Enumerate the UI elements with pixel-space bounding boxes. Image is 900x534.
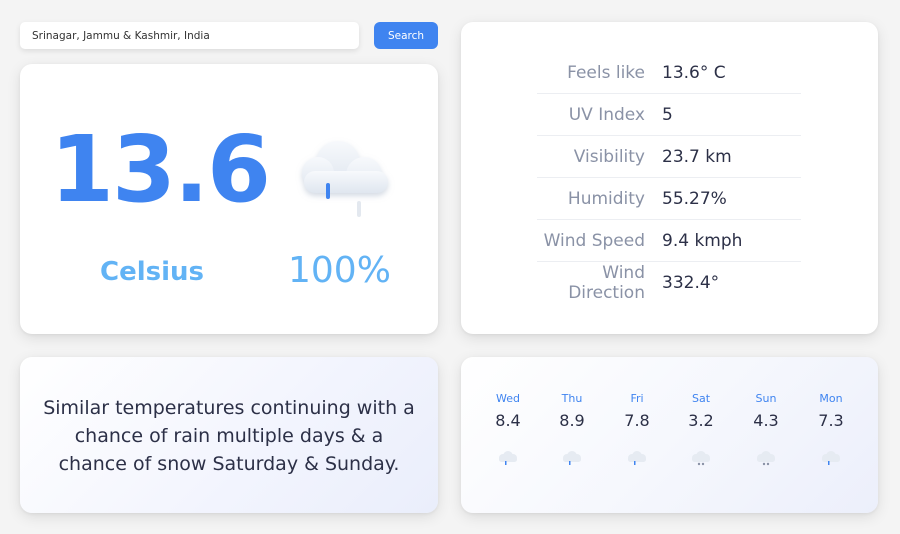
detail-value: 13.6° C	[662, 62, 726, 83]
forecast-day-name: Thu	[561, 392, 583, 405]
detail-label: Visibility	[573, 146, 645, 167]
detail-row-visibility: Visibility 23.7 km	[537, 136, 801, 178]
weather-details-card: Feels like 13.6° C UV Index 5 Visibility…	[461, 22, 878, 334]
cloud-rain-icon	[499, 451, 517, 465]
precipitation-chance: 100%	[288, 250, 391, 291]
detail-label: Feels like	[567, 62, 645, 83]
detail-value: 55.27%	[662, 188, 727, 209]
cloud-snow-icon	[757, 451, 775, 466]
current-weather-card: 13.6 Celsius 100%	[20, 64, 438, 334]
forecast-day-name: Mon	[819, 392, 843, 405]
forecast-summary-text: Similar temperatures continuing with a c…	[43, 397, 415, 475]
detail-row-wind-speed: Wind Speed 9.4 kmph	[537, 220, 801, 262]
cloud-snow-icon	[692, 451, 710, 466]
detail-value: 332.4°	[662, 273, 720, 293]
forecast-day: Wed 8.4	[476, 357, 540, 513]
forecast-day-name: Sun	[755, 392, 777, 405]
forecast-day-name: Sat	[691, 392, 711, 405]
forecast-day: Mon 7.3	[799, 357, 863, 513]
forecast-day: Thu 8.9	[540, 357, 604, 513]
forecast-summary-card: Similar temperatures continuing with a c…	[20, 357, 438, 513]
forecast-day-name: Wed	[496, 392, 520, 405]
search-input[interactable]	[20, 22, 359, 49]
cloud-rain-icon	[563, 451, 581, 465]
forecast-day: Sat 3.2	[669, 357, 733, 513]
detail-row-feels-like: Feels like 13.6° C	[537, 52, 801, 94]
cloud-rain-icon	[302, 141, 388, 217]
detail-value: 9.4 kmph	[662, 230, 743, 251]
detail-row-humidity: Humidity 55.27%	[537, 178, 801, 220]
temperature-value: 13.6	[50, 116, 271, 223]
forecast-day: Sun 4.3	[734, 357, 798, 513]
temperature-unit: Celsius	[100, 257, 204, 287]
detail-label: Wind Direction	[568, 263, 645, 303]
detail-value: 5	[662, 104, 673, 125]
detail-label: UV Index	[568, 104, 645, 125]
cloud-rain-icon	[822, 451, 840, 465]
forecast-day-temp: 3.2	[688, 411, 714, 430]
forecast-day-temp: 8.4	[495, 411, 521, 430]
search-button[interactable]: Search	[374, 22, 438, 49]
detail-label: Wind Speed	[543, 230, 645, 251]
detail-label: Humidity	[567, 188, 645, 209]
detail-row-wind-direction: Wind Direction 332.4°	[537, 262, 801, 304]
detail-row-uv-index: UV Index 5	[537, 94, 801, 136]
forecast-day: Fri 7.8	[605, 357, 669, 513]
forecast-day-temp: 7.8	[624, 411, 650, 430]
forecast-day-temp: 7.3	[818, 411, 844, 430]
forecast-day-name: Fri	[630, 392, 644, 405]
daily-forecast-card: Wed 8.4 Thu 8.9 Fri 7.8 Sat 3.2 Sun 4.3	[461, 357, 878, 513]
cloud-rain-icon	[628, 451, 646, 465]
forecast-day-temp: 8.9	[559, 411, 585, 430]
detail-value: 23.7 km	[662, 146, 732, 167]
forecast-day-temp: 4.3	[753, 411, 779, 430]
